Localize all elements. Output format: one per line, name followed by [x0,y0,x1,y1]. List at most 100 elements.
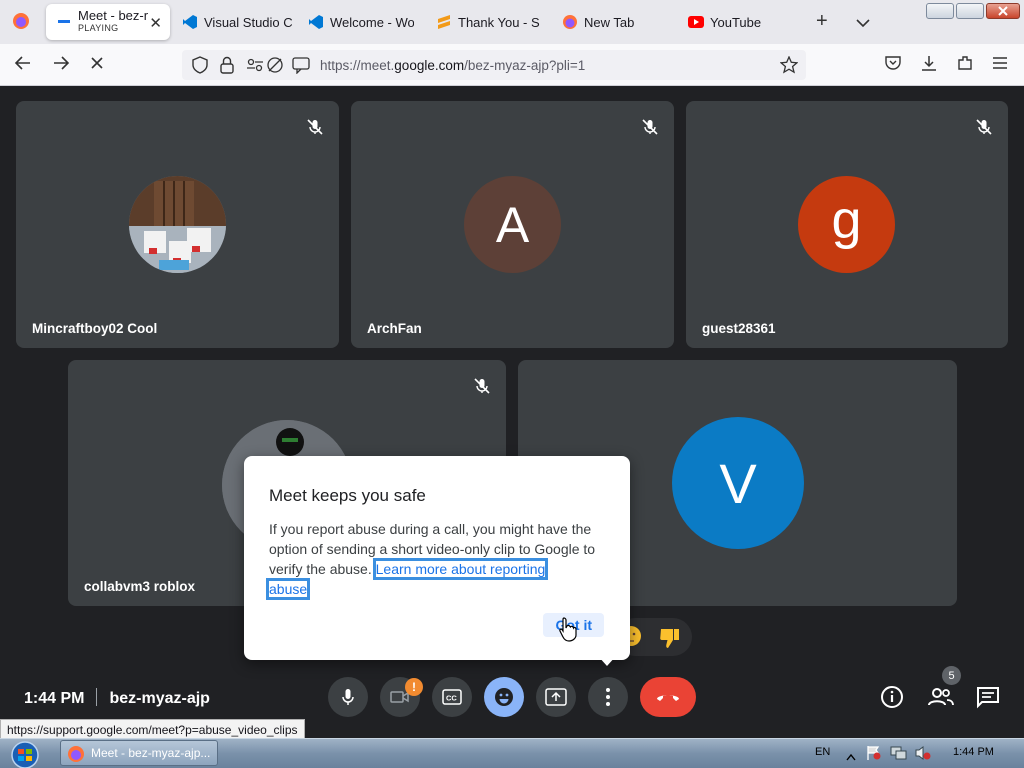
avatar: g [798,176,895,273]
tab-thank-you[interactable]: Thank You - Sul [436,4,540,40]
participant-tile[interactable]: g guest28361 [686,101,1008,348]
camera-warning-badge: ! [405,678,423,696]
present-screen-icon [545,688,567,706]
dialog-title: Meet keeps you safe [269,486,426,505]
browser-tab-bar: Meet - bez-r PLAYING ✕ Visual Studio Cc … [0,0,1024,44]
back-arrow-icon[interactable] [14,54,32,77]
dialog-pointer [598,656,616,666]
youtube-icon [688,14,704,30]
tracking-protection-shield-icon[interactable] [192,56,208,78]
meeting-info: 1:44 PM bez-myaz-ajp [24,688,210,708]
avatar: A [464,176,561,273]
learn-more-link[interactable]: Learn more about reporting [372,558,549,580]
mouse-cursor-icon [558,616,578,647]
input-language[interactable]: EN [815,746,830,758]
bookmark-star-icon[interactable] [779,55,799,78]
learn-more-link-text-2: abuse [269,581,308,597]
learn-more-link-text: Learn more about reporting [375,561,546,577]
tab-visual-studio[interactable]: Visual Studio Cc [182,4,292,40]
tab-label: Meet - bez-r [78,8,149,23]
hang-up-icon [657,695,679,701]
firefox-icon [562,14,578,30]
thumbs-down-emoji-icon[interactable] [658,626,682,655]
vscode-icon [308,14,324,30]
network-icon[interactable] [890,745,908,766]
firefox-icon [67,745,85,766]
extensions-icon[interactable] [956,54,974,77]
forward-arrow-icon[interactable] [52,54,70,77]
participant-name: ArchFan [367,321,422,336]
permissions-icon[interactable] [246,56,264,78]
list-tabs-chevron-icon[interactable] [856,12,870,33]
tab-label: Welcome - Wor [330,14,414,30]
svg-text:CC: CC [446,694,457,703]
restore-window-icon[interactable] [956,3,984,19]
autoplay-blocked-icon[interactable] [266,56,284,78]
avatar: V [672,417,804,549]
leave-call-button[interactable] [640,677,696,717]
lock-icon[interactable] [220,56,234,78]
tab-meet[interactable]: Meet - bez-r PLAYING ✕ [46,4,170,40]
divider [96,688,98,706]
taskbar-firefox-item[interactable]: Meet - bez-myaz-ajp... [60,740,218,766]
tab-label: YouTube [710,14,762,30]
chat-icon[interactable] [976,685,1000,709]
meeting-time: 1:44 PM [24,690,85,707]
link-status-tooltip: https://support.google.com/meet?p=abuse_… [0,719,305,739]
close-window-icon[interactable] [986,3,1020,19]
minimize-window-icon[interactable] [926,3,954,19]
action-center-flag-icon[interactable] [866,745,882,766]
present-screen-button[interactable] [536,677,576,717]
captions-button[interactable]: CC [432,677,472,717]
url-path: /bez-myaz-ajp?pli=1 [464,58,586,73]
hamburger-menu-icon[interactable] [992,54,1008,75]
taskbar-item-label: Meet - bez-myaz-ajp... [91,746,211,760]
tab-label: Thank You - Sul [458,14,540,30]
meeting-details-icon[interactable] [880,685,904,709]
tab-welcome[interactable]: Welcome - Wor [308,4,414,40]
participant-name: Mincraftboy02 Cool [32,321,158,336]
mic-off-icon [472,376,492,396]
close-tab-icon[interactable]: ✕ [149,14,162,32]
taskbar-clock[interactable]: 1:44 PM [953,746,994,758]
more-vertical-icon [606,688,610,706]
emoji-icon [495,688,513,706]
tab-new-tab[interactable]: New Tab [562,4,662,40]
safety-dialog: Meet keeps you safe If you report abuse … [244,456,630,666]
people-icon[interactable] [928,685,954,709]
downloads-icon[interactable] [920,54,938,77]
mic-off-icon [305,117,325,137]
new-tab-plus-icon[interactable]: + [816,10,828,33]
windows-start-icon[interactable] [6,741,44,768]
participant-name: guest28361 [702,321,776,336]
avatar [129,176,226,273]
more-options-button[interactable] [588,677,628,717]
show-hidden-icons-icon[interactable] [846,748,856,766]
address-bar[interactable]: https://meet.google.com/bez-myaz-ajp?pli… [182,50,806,80]
participant-name: collabvm3 roblox [84,579,196,594]
microphone-button[interactable] [328,677,368,717]
sublime-icon [436,14,452,30]
participant-tile[interactable]: Mincraftboy02 Cool [16,101,339,348]
participant-tile[interactable]: A ArchFan [351,101,674,348]
notification-icon[interactable] [292,56,310,78]
volume-muted-icon[interactable] [914,745,932,766]
tab-youtube[interactable]: YouTube [688,4,788,40]
microphone-icon [342,689,354,705]
tab-label: Visual Studio Cc [204,14,292,30]
people-count-badge: 5 [942,666,961,685]
learn-more-link-continued[interactable]: abuse [265,578,311,600]
emoji-reactions-button[interactable] [484,677,524,717]
stop-loading-icon[interactable] [88,54,106,77]
dialog-body: If you report abuse during a call, you m… [265,519,609,600]
url-text[interactable]: https://meet.google.com/bez-myaz-ajp?pli… [320,58,585,73]
pocket-icon[interactable] [884,54,902,77]
tab-label: New Tab [584,14,635,30]
tab-playing-label: PLAYING [78,23,119,33]
firefox-menu-icon[interactable] [12,12,30,35]
meeting-code: bez-myaz-ajp [109,690,210,707]
vscode-icon [182,14,198,30]
meet-icon [56,14,72,30]
url-prefix: https://meet. [320,58,395,73]
browser-nav-bar: https://meet.google.com/bez-myaz-ajp?pli… [0,44,1024,86]
